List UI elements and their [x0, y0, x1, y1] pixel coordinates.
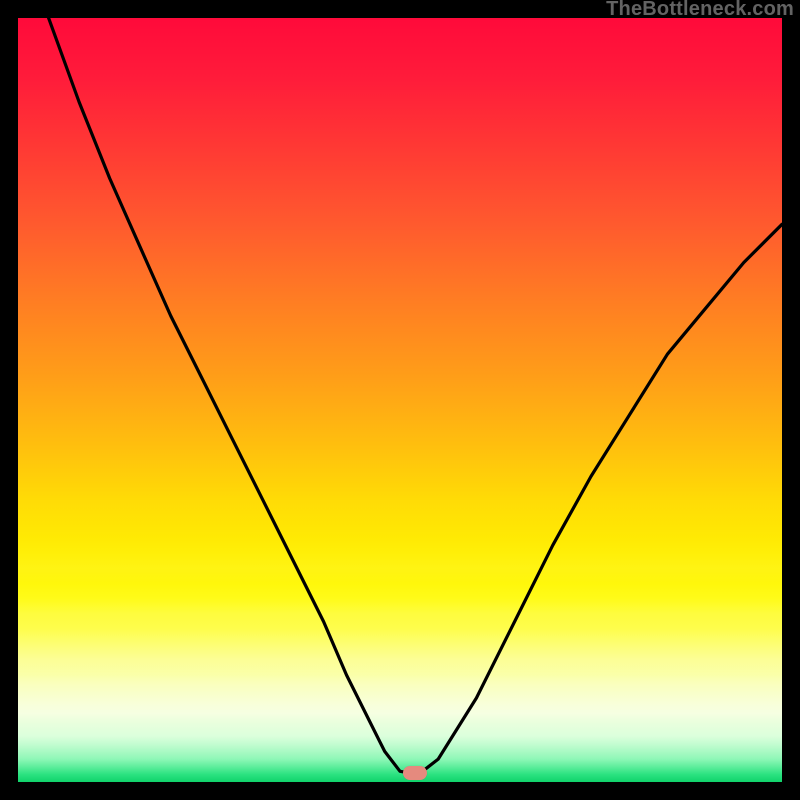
- optimum-marker: [403, 766, 427, 780]
- bottleneck-curve: [18, 18, 782, 782]
- chart-frame: TheBottleneck.com: [0, 0, 800, 800]
- plot-area: [18, 18, 782, 782]
- watermark-text: TheBottleneck.com: [606, 0, 794, 21]
